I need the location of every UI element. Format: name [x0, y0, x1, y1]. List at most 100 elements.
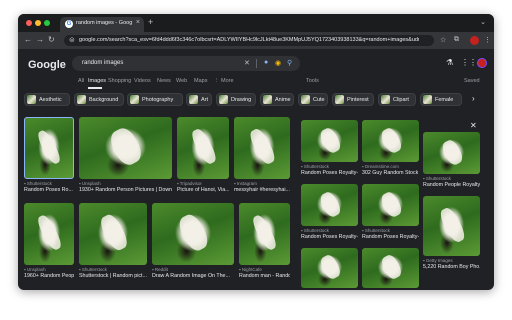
result-caption[interactable]: Shutterstock | Random pict... [79, 273, 147, 279]
tab-shopping[interactable]: Shopping [108, 78, 131, 84]
related-thumbnail[interactable] [301, 120, 358, 162]
related-thumbnail[interactable] [301, 248, 358, 288]
new-tab-button[interactable]: + [148, 17, 153, 27]
minimize-window-button[interactable] [35, 20, 41, 26]
labs-flask-icon[interactable]: ⚗ [446, 58, 453, 67]
chip-thumbnail [130, 95, 139, 104]
related-image[interactable] [301, 248, 358, 288]
result-thumbnail[interactable] [152, 203, 234, 265]
image-result[interactable]: NightCafe Random man - Rando... [239, 203, 290, 283]
tab-search-chevron-icon[interactable]: ⌄ [480, 18, 486, 26]
close-panel-icon[interactable]: ✕ [470, 121, 477, 130]
voice-search-icon[interactable]: ● [264, 59, 268, 66]
saved-button[interactable]: Saved [464, 78, 480, 84]
result-caption[interactable]: Picture of Hanoi, Via... [177, 187, 229, 193]
result-caption[interactable]: Draw A Random Image On The... [152, 273, 234, 279]
browser-menu-icon[interactable]: ⋮ [484, 36, 491, 44]
tab-more[interactable]: ⋮ More [214, 78, 234, 84]
related-thumbnail[interactable] [423, 196, 480, 256]
related-image[interactable]: Dreamstime.com 302 Guy Random Stock ... [362, 120, 419, 180]
related-thumbnail[interactable] [362, 184, 419, 226]
chip-background[interactable]: Background [74, 93, 124, 106]
google-logo[interactable]: Google [28, 59, 66, 71]
close-window-button[interactable] [26, 20, 32, 26]
related-source: Shutterstock [301, 228, 329, 233]
result-source: Unsplash [79, 181, 101, 186]
chip-cute[interactable]: Cute [298, 93, 328, 106]
related-caption[interactable]: 302 Guy Random Stock ... [362, 170, 419, 176]
tab-all[interactable]: All [78, 78, 84, 84]
tab-images[interactable]: Images [88, 78, 106, 84]
chip-photography[interactable]: Photography [127, 93, 183, 106]
search-icon[interactable]: ⚲ [287, 59, 292, 67]
related-thumbnail[interactable] [423, 132, 480, 174]
extensions-icon[interactable]: ⧉ [454, 36, 459, 44]
result-caption[interactable]: 1960+ Random Peopl... [24, 273, 74, 279]
chip-pinterest[interactable]: Pinterest [332, 93, 374, 106]
account-avatar[interactable] [477, 58, 487, 68]
result-thumbnail[interactable] [177, 117, 229, 179]
result-thumbnail[interactable] [79, 117, 172, 179]
related-thumbnail[interactable] [301, 184, 358, 226]
related-image[interactable]: Shutterstock Random People Royalty-... [423, 132, 480, 192]
image-result-selected[interactable]: Shutterstock Random Poses Ro... [24, 117, 74, 197]
related-image[interactable]: Shutterstock Random Poses Royalty-... [301, 120, 358, 180]
related-caption[interactable]: 5,220 Random Boy Pho... [423, 264, 480, 270]
site-info-icon[interactable]: ⊜ [69, 36, 75, 44]
result-thumbnail[interactable] [24, 117, 74, 179]
chip-clipart[interactable]: Clipart [378, 93, 416, 106]
maximize-window-button[interactable] [44, 20, 50, 26]
image-result[interactable]: Unsplash 1930+ Random Person Pictures | … [79, 117, 172, 197]
image-result[interactable]: Shutterstock Shutterstock | Random pict.… [79, 203, 147, 283]
tab-news[interactable]: News [157, 78, 171, 84]
result-caption[interactable]: messyhair #heresyhai... [234, 187, 290, 193]
related-image[interactable]: Getty Images 5,220 Random Boy Pho... [423, 196, 480, 274]
search-box[interactable]: random images ✕ ● ◉ ⚲ [72, 56, 300, 71]
tab-videos[interactable]: Videos [134, 78, 151, 84]
related-image[interactable] [362, 248, 419, 288]
image-result[interactable]: Instagram messyhair #heresyhai... [234, 117, 290, 197]
result-thumbnail[interactable] [234, 117, 290, 179]
tab-web[interactable]: Web [176, 78, 187, 84]
result-thumbnail[interactable] [79, 203, 147, 265]
result-thumbnail[interactable] [239, 203, 290, 265]
chip-aesthetic[interactable]: Aesthetic [24, 93, 70, 106]
chip-drawing[interactable]: Drawing [216, 93, 256, 106]
bookmark-star-icon[interactable]: ☆ [440, 36, 446, 44]
image-result[interactable]: Tripadvisor Picture of Hanoi, Via... [177, 117, 229, 197]
related-image[interactable]: Shutterstock Random Poses Royalty-... [362, 184, 419, 244]
related-image[interactable]: Shutterstock Random Poses Royalty-... [301, 184, 358, 244]
related-thumbnail[interactable] [362, 248, 419, 288]
image-result[interactable]: Reddit Draw A Random Image On The... [152, 203, 234, 283]
tools-button[interactable]: Tools [306, 78, 319, 84]
result-caption[interactable]: Random man - Rando... [239, 273, 290, 279]
tab-maps[interactable]: Maps [194, 78, 207, 84]
related-thumbnail[interactable] [362, 120, 419, 162]
result-caption[interactable]: Random Poses Ro... [24, 187, 74, 193]
result-thumbnail[interactable] [24, 203, 74, 265]
apps-grid-icon[interactable]: ⋮⋮ [461, 58, 477, 67]
related-caption[interactable]: Random Poses Royalty-... [301, 170, 358, 176]
search-input[interactable]: random images [82, 60, 123, 66]
forward-icon[interactable]: → [36, 35, 44, 44]
chip-anime[interactable]: Anime [260, 93, 294, 106]
reload-icon[interactable]: ↻ [48, 35, 55, 44]
chip-female[interactable]: Female [420, 93, 462, 106]
result-caption[interactable]: 1930+ Random Person Pictures | Down... [79, 187, 172, 193]
lens-search-icon[interactable]: ◉ [275, 59, 281, 67]
result-source: NightCafe [239, 267, 262, 272]
back-icon[interactable]: ← [24, 35, 32, 44]
image-result[interactable]: Unsplash 1960+ Random Peopl... [24, 203, 74, 283]
clear-search-icon[interactable]: ✕ [244, 59, 250, 67]
close-tab-icon[interactable]: × [136, 19, 140, 26]
related-caption[interactable]: Random People Royalty-... [423, 182, 480, 188]
browser-tab[interactable]: G random images - Google Se... × [60, 17, 144, 32]
profile-avatar[interactable] [470, 36, 479, 45]
active-tab-indicator [88, 87, 102, 89]
address-bar[interactable]: ⊜ google.com/search?sca_esv=6fd4ddd6f3c3… [64, 35, 434, 46]
related-caption[interactable]: Random Poses Royalty-... [301, 234, 358, 240]
chips-next-chevron-icon[interactable]: › [472, 94, 475, 103]
chip-art[interactable]: Art [186, 93, 212, 106]
related-caption[interactable]: Random Poses Royalty-... [362, 234, 419, 240]
chip-thumbnail [27, 95, 36, 104]
